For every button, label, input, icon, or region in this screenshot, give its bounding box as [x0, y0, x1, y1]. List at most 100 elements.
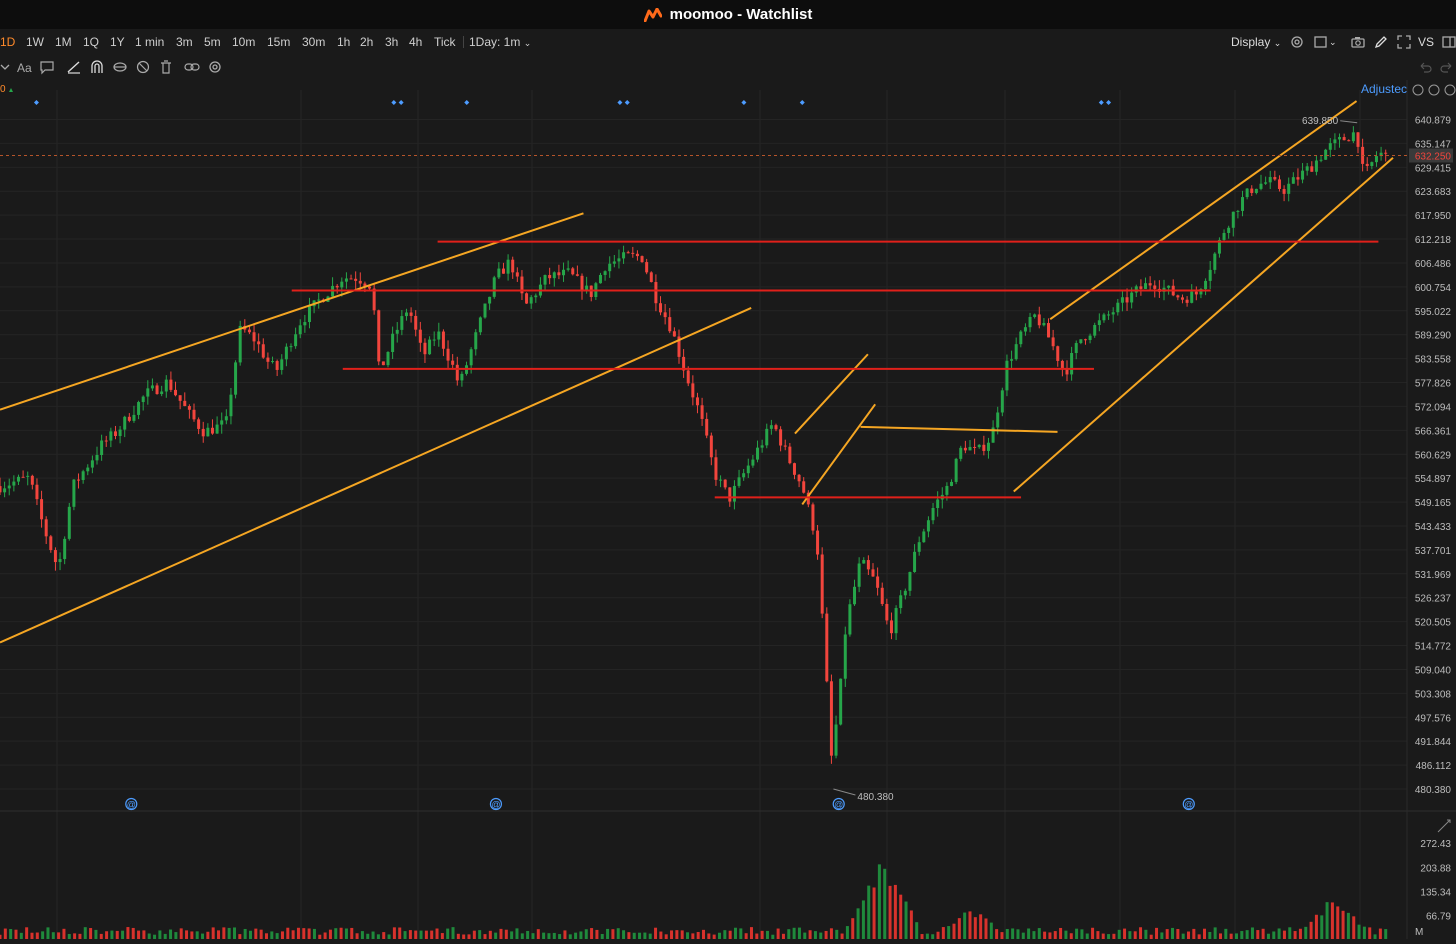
compare-button[interactable]: VS	[1418, 35, 1434, 49]
candle-body	[802, 481, 806, 493]
tab-5m[interactable]: 5m	[204, 35, 221, 49]
tab-4h[interactable]: 4h	[409, 35, 422, 49]
trash-icon[interactable]	[158, 59, 174, 75]
display-button[interactable]: Display ⌄	[1231, 35, 1281, 49]
volume-bar	[702, 929, 706, 939]
candle-body	[968, 446, 972, 451]
candlestick-chart[interactable]: 640.879635.147629.415623.683617.950612.2…	[0, 80, 1456, 939]
candle-body	[0, 486, 2, 493]
candle-body	[1282, 188, 1286, 194]
candle-body	[1287, 183, 1291, 194]
candle-body	[756, 447, 760, 460]
panel-icon[interactable]	[1441, 34, 1456, 50]
volume-bar	[355, 933, 359, 939]
tab-3m[interactable]: 3m	[176, 35, 193, 49]
volume-bar	[1171, 927, 1175, 939]
volume-bar	[723, 930, 727, 939]
volume-bar	[1330, 902, 1334, 939]
volume-bar	[600, 934, 604, 939]
tab-1-min[interactable]: 1 min	[135, 35, 164, 49]
volume-bar	[1357, 924, 1361, 939]
chevron-down-icon: ⌄	[1273, 38, 1282, 48]
tab-1h[interactable]: 1h	[337, 35, 350, 49]
candle-body	[1107, 314, 1111, 316]
candle-body	[127, 416, 131, 421]
tab-15m[interactable]: 15m	[267, 35, 290, 49]
y-tick-label: 572.094	[1415, 402, 1452, 413]
link-icon[interactable]	[184, 59, 200, 75]
y-tick-label: 623.683	[1415, 187, 1452, 198]
volume-bar	[861, 900, 865, 939]
plus-circle-icon	[1444, 84, 1456, 96]
chevron-down-icon[interactable]	[0, 59, 16, 75]
tab-10m[interactable]: 10m	[232, 35, 255, 49]
pencil-icon[interactable]	[1373, 34, 1389, 50]
tab-tick[interactable]: Tick	[434, 35, 456, 49]
line-tool-icon[interactable]	[66, 59, 82, 75]
volume-bar	[30, 932, 34, 939]
candle-body	[261, 344, 265, 358]
candle-body	[645, 262, 649, 273]
candle-body	[1176, 295, 1180, 298]
undo-icon[interactable]	[1417, 59, 1433, 75]
settings-icon[interactable]	[207, 59, 223, 75]
candle-body	[141, 396, 145, 403]
window-title: moomoo - Watchlist	[669, 6, 813, 23]
candle-body	[562, 269, 566, 276]
candle-body	[566, 268, 570, 270]
magnet-icon[interactable]	[89, 59, 105, 75]
fullscreen-icon[interactable]	[1396, 34, 1412, 50]
volume-bar	[227, 927, 231, 939]
tab-1q[interactable]: 1Q	[83, 35, 99, 49]
volume-bar	[440, 933, 444, 939]
y-tick-label: 520.505	[1415, 618, 1452, 629]
volume-bar	[264, 933, 268, 939]
candle-body	[839, 678, 843, 725]
candle-body	[695, 397, 699, 406]
volume-bar	[280, 931, 284, 939]
chart-area[interactable]: 640.879 635.147 629.415 623.683 617.950 612.2…	[0, 80, 1456, 939]
font-icon[interactable]: Aa	[16, 59, 32, 75]
tab-3h[interactable]: 3h	[385, 35, 398, 49]
volume-bar	[488, 930, 492, 939]
minus-circle-icon	[1428, 84, 1440, 96]
volume-bar	[462, 934, 466, 939]
camera-icon[interactable]	[1350, 34, 1366, 50]
candle-body	[751, 459, 755, 466]
candle-body	[654, 282, 658, 304]
comment-icon[interactable]	[39, 59, 55, 75]
volume-bar	[126, 927, 130, 939]
volume-bar	[835, 929, 839, 939]
volume-bar	[83, 927, 87, 939]
eye-icon[interactable]	[112, 59, 128, 75]
volume-bar	[1117, 929, 1121, 939]
tab-1d[interactable]: 1D	[0, 35, 15, 49]
volume-tick-label: 203.88	[1420, 863, 1451, 874]
candle-body	[1259, 183, 1263, 189]
redo-icon[interactable]	[1439, 59, 1455, 75]
candle-body	[1305, 166, 1309, 171]
candle-body	[1324, 149, 1328, 160]
tab-1y[interactable]: 1Y	[110, 35, 125, 49]
candle-body	[631, 252, 635, 254]
hide-icon[interactable]	[135, 59, 151, 75]
candle-body	[234, 362, 238, 395]
candle-body	[155, 385, 159, 395]
tab-2h[interactable]: 2h	[360, 35, 373, 49]
chevron-down-icon[interactable]: ⌄	[1329, 37, 1337, 48]
y-tick-label: 566.361	[1415, 426, 1452, 437]
volume-bar	[1128, 931, 1132, 939]
layout-icon[interactable]	[1313, 34, 1329, 50]
settings-icon[interactable]	[1289, 34, 1305, 50]
volume-bar	[963, 912, 967, 939]
volume-bar	[222, 927, 226, 939]
tab-30m[interactable]: 30m	[302, 35, 325, 49]
volume-bar	[62, 928, 66, 939]
volume-bar	[1373, 934, 1377, 939]
volume-bar	[344, 928, 348, 939]
candle-body	[1139, 286, 1143, 289]
tab-1m[interactable]: 1M	[55, 35, 72, 49]
period-dropdown[interactable]: 1Day: 1m ⌄	[469, 35, 531, 49]
candle-body	[372, 288, 376, 311]
tab-1w[interactable]: 1W	[26, 35, 44, 49]
